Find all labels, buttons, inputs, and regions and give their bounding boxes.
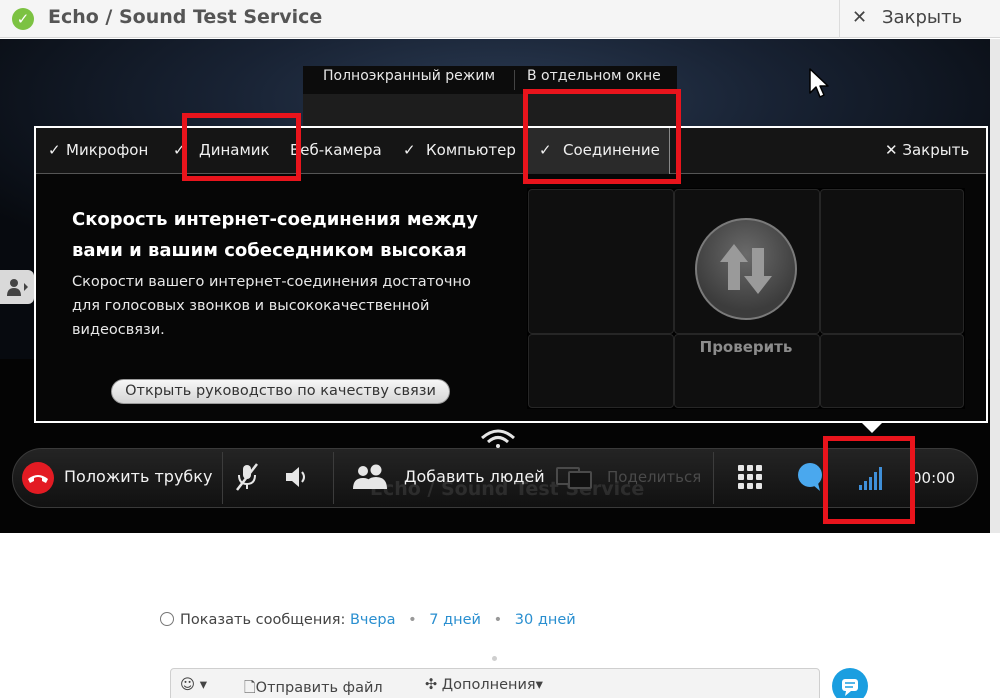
call-timer: 00:00 [912, 469, 956, 487]
history-7days-link[interactable]: 7 дней [429, 612, 481, 628]
chevron-down-icon: ▾ [535, 677, 543, 693]
smiley-icon: ☺ [180, 677, 196, 693]
resize-handle[interactable] [492, 656, 497, 661]
add-people-label[interactable]: Добавить людей [404, 467, 545, 486]
quality-guide-button[interactable]: Открыть руководство по качеству связи [111, 379, 450, 404]
connection-heading: Скорость интернет-соединения между вами … [72, 204, 492, 266]
connection-description: Скорости вашего интернет-соединения дост… [72, 270, 502, 342]
mouse-cursor-icon [809, 68, 829, 98]
microphone-muted-icon[interactable] [234, 462, 260, 492]
grid-cell [528, 334, 674, 408]
separator-dot: • [408, 612, 417, 628]
panel-close-button[interactable]: ✕ Закрыть [885, 141, 969, 159]
check-icon: ✓ [403, 141, 416, 159]
emoticon-button[interactable]: ☺ ▾ [180, 677, 207, 693]
add-people-icon[interactable] [350, 463, 390, 491]
heading-line: вами и вашим собеседником высокая [72, 240, 467, 261]
fullscreen-button[interactable]: Полноэкранный режим [323, 68, 495, 92]
history-yesterday-link[interactable]: Вчера [350, 612, 396, 628]
file-icon: 🗋 [244, 680, 256, 696]
window-close-button[interactable]: ✕ Закрыть [839, 0, 1000, 38]
hangup-label[interactable]: Положить трубку [64, 467, 212, 486]
contacts-toggle-button[interactable] [0, 270, 34, 304]
send-file-button[interactable]: 🗋Отправить файл [244, 677, 383, 698]
hangup-button[interactable] [22, 462, 54, 494]
check-icon: ✓ [48, 141, 61, 159]
tab-label: Веб-камера [290, 141, 382, 159]
up-down-arrows-icon [720, 244, 772, 294]
panel-pointer [862, 423, 882, 433]
tab-label: Микрофон [66, 141, 149, 159]
chat-bubble-icon[interactable] [795, 461, 825, 493]
control-separator [333, 452, 334, 504]
tab-computer[interactable]: ✓ Компьютер [403, 141, 516, 163]
tab-label: Компьютер [426, 141, 516, 159]
test-label[interactable]: Проверить [675, 338, 817, 356]
separator-dot: • [493, 612, 503, 628]
share-label[interactable]: Поделиться [607, 468, 701, 486]
grid-cell [528, 189, 674, 334]
skype-status-icon: ✓ [12, 8, 34, 30]
tab-webcam[interactable]: Веб-камера [290, 141, 382, 163]
control-separator [222, 452, 223, 504]
body-line: видеосвязи. [72, 322, 165, 338]
message-icon [842, 679, 858, 696]
send-file-label: Отправить файл [255, 680, 383, 696]
message-history-row: Показать сообщения: Вчера • 7 дней • 30 … [160, 612, 576, 628]
puzzle-icon: ✣ [425, 677, 438, 693]
clock-icon [160, 612, 174, 626]
speaker-icon[interactable] [284, 465, 310, 489]
grid-cell [820, 334, 964, 408]
view-separator [514, 70, 515, 90]
highlight-signal-icon [823, 436, 915, 524]
highlight-speaker-tab [182, 113, 301, 181]
close-icon: ✕ [885, 141, 898, 159]
panel-close-label: Закрыть [902, 141, 970, 159]
addons-label: Дополнения [441, 677, 536, 693]
person-icon [7, 279, 28, 296]
history-label: Показать сообщения: [180, 612, 346, 628]
history-30days-link[interactable]: 30 дней [515, 612, 576, 628]
window-close-label: Закрыть [882, 7, 963, 28]
window-title: Echo / Sound Test Service [48, 6, 323, 28]
wifi-icon [481, 429, 515, 448]
body-line: для голосовых звонков и высококачественн… [72, 298, 430, 314]
highlight-connection-tab [523, 89, 681, 184]
phone-hangup-icon [28, 475, 48, 483]
control-separator [713, 452, 714, 504]
dialpad-icon[interactable] [737, 464, 763, 490]
body-line: Скорости вашего интернет-соединения дост… [72, 274, 471, 290]
chevron-down-icon: ▾ [199, 677, 208, 693]
heading-line: Скорость интернет-соединения между [72, 209, 478, 230]
send-message-button[interactable] [832, 668, 868, 698]
addons-button[interactable]: ✣ Дополнения▾ [425, 677, 543, 693]
tab-microphone[interactable]: ✓ Микрофон [48, 141, 148, 163]
window-edge [990, 39, 1000, 533]
grid-cell [820, 189, 964, 334]
connection-test-button[interactable] [695, 218, 797, 320]
share-screen-icon[interactable] [555, 466, 595, 490]
close-icon: ✕ [852, 7, 868, 28]
